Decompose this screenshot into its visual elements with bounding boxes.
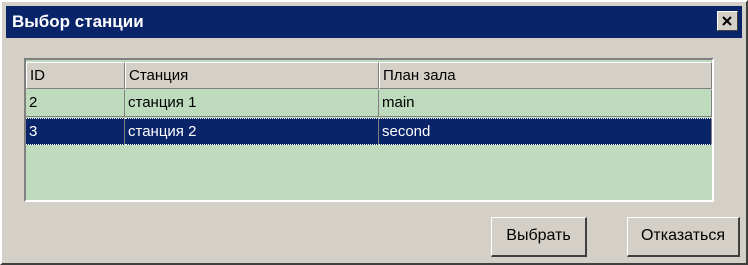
- station-grid[interactable]: ID Станция План зала 2 станция 1 main 3 …: [24, 58, 714, 202]
- table-row[interactable]: 2 станция 1 main: [26, 90, 712, 117]
- table-row-selected[interactable]: 3 станция 2 second: [26, 118, 712, 145]
- cell-id[interactable]: 2: [26, 90, 125, 117]
- cancel-button[interactable]: Отказаться: [627, 217, 740, 257]
- window-title: Выбор станции: [12, 12, 144, 31]
- close-button[interactable]: [717, 11, 738, 31]
- cell-station[interactable]: станция 1: [125, 90, 379, 117]
- title-bar[interactable]: Выбор станции: [6, 6, 742, 38]
- station-select-dialog: Выбор станции ID Станция План зала 2 ста…: [0, 0, 748, 265]
- cell-station[interactable]: станция 2: [125, 118, 379, 145]
- grid-header: ID Станция План зала: [26, 62, 712, 89]
- column-header-plan[interactable]: План зала: [379, 62, 712, 89]
- select-button[interactable]: Выбрать: [491, 217, 587, 257]
- cell-id[interactable]: 3: [26, 118, 125, 145]
- cell-plan[interactable]: second: [379, 118, 712, 145]
- cell-plan[interactable]: main: [379, 90, 712, 117]
- close-icon: [722, 16, 732, 26]
- column-header-id[interactable]: ID: [26, 62, 125, 89]
- column-header-station[interactable]: Станция: [125, 62, 379, 89]
